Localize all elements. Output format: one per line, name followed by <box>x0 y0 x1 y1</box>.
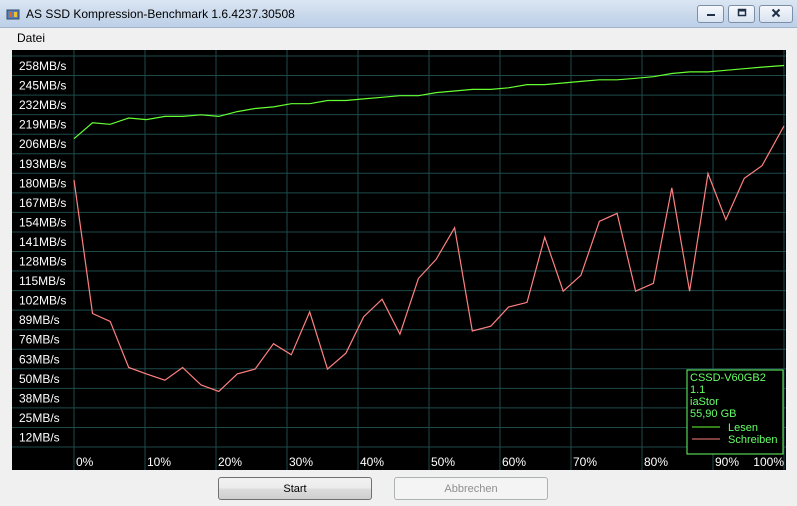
x-tick-label: 70% <box>573 455 597 469</box>
x-tick-label: 80% <box>644 455 668 469</box>
chart-legend: CSSD-V60GB2 1.1 iaStor 55,90 GB Lesen Sc… <box>686 369 784 455</box>
legend-driver: iaStor <box>690 396 719 408</box>
x-tick-label: 60% <box>502 455 526 469</box>
menu-bar: Datei <box>0 28 797 48</box>
y-tick-label: 258MB/s <box>19 59 66 73</box>
menu-item-datei[interactable]: Datei <box>17 31 45 45</box>
y-tick-label: 232MB/s <box>19 98 66 112</box>
x-axis-ticks: 0% 10% 20% 30% 40% 50% 60% 70% 80% 90% 100% <box>76 455 784 469</box>
window-title: AS SSD Kompression-Benchmark 1.6.4237.30… <box>26 7 295 21</box>
x-tick-label: 100% <box>753 455 784 469</box>
x-tick-label: 30% <box>289 455 313 469</box>
y-tick-label: 102MB/s <box>19 294 66 308</box>
y-tick-label: 245MB/s <box>19 79 66 93</box>
minimize-button[interactable] <box>697 5 724 23</box>
x-tick-label: 0% <box>76 455 94 469</box>
y-tick-label: 193MB/s <box>19 157 66 171</box>
app-icon <box>6 7 20 21</box>
x-tick-label: 10% <box>147 455 171 469</box>
x-tick-label: 40% <box>360 455 384 469</box>
y-tick-label: 219MB/s <box>19 118 66 132</box>
y-tick-label: 63MB/s <box>19 352 60 366</box>
y-tick-label: 180MB/s <box>19 176 66 190</box>
legend-label-lesen: Lesen <box>728 422 758 434</box>
legend-capacity: 55,90 GB <box>690 408 736 420</box>
x-tick-label: 20% <box>218 455 242 469</box>
y-tick-label: 89MB/s <box>19 313 60 327</box>
title-bar: AS SSD Kompression-Benchmark 1.6.4237.30… <box>0 0 797 28</box>
y-tick-label: 12MB/s <box>19 430 60 444</box>
y-tick-label: 141MB/s <box>19 235 66 249</box>
x-tick-label: 90% <box>715 455 739 469</box>
legend-firmware: 1.1 <box>690 384 705 396</box>
y-tick-label: 206MB/s <box>19 137 66 151</box>
minimize-icon <box>706 7 716 21</box>
chart-svg: 258MB/s 245MB/s 232MB/s 219MB/s 206MB/s 193MB… <box>12 50 786 470</box>
y-tick-label: 25MB/s <box>19 411 60 425</box>
chart-grid <box>12 50 786 470</box>
close-button[interactable] <box>759 5 793 23</box>
close-icon <box>771 7 781 21</box>
y-tick-label: 76MB/s <box>19 333 60 347</box>
y-tick-label: 167MB/s <box>19 196 66 210</box>
x-tick-label: 50% <box>431 455 455 469</box>
y-tick-label: 128MB/s <box>19 255 66 269</box>
maximize-button[interactable] <box>728 5 755 23</box>
y-tick-label: 38MB/s <box>19 391 60 405</box>
maximize-icon <box>737 7 747 21</box>
legend-device: CSSD-V60GB2 <box>690 372 766 384</box>
legend-label-schreiben: Schreiben <box>728 434 778 446</box>
benchmark-chart: 258MB/s 245MB/s 232MB/s 219MB/s 206MB/s 193MB… <box>12 50 786 470</box>
y-tick-label: 154MB/s <box>19 215 66 229</box>
y-tick-label: 50MB/s <box>19 372 60 386</box>
y-tick-label: 115MB/s <box>19 274 65 288</box>
abort-button[interactable]: Abbrechen <box>394 477 548 500</box>
start-button[interactable]: Start <box>218 477 372 500</box>
